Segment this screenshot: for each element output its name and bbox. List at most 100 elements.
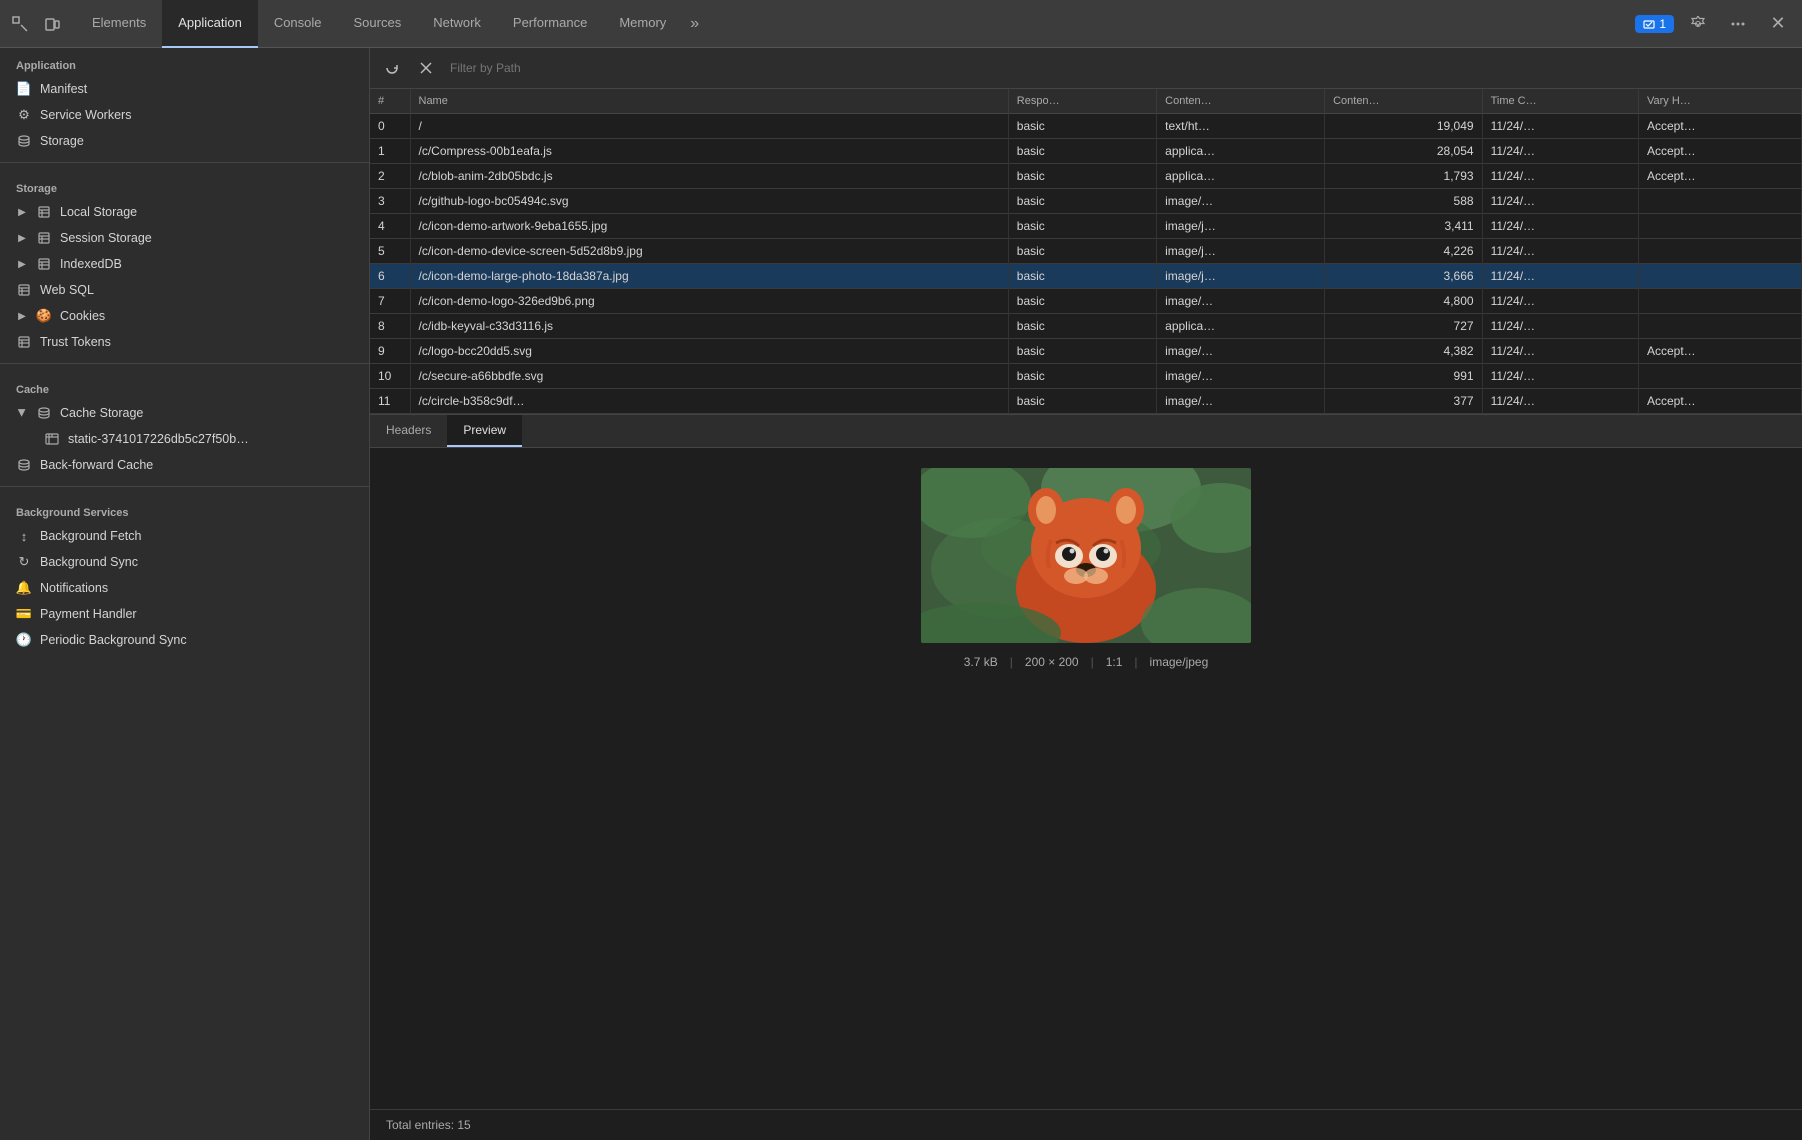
tab-performance[interactable]: Performance (497, 0, 603, 48)
payment-handler-icon: 💳 (16, 606, 32, 622)
table-row[interactable]: 4 /c/icon-demo-artwork-9eba1655.jpg basi… (370, 214, 1802, 239)
cell-content-type: text/ht… (1157, 114, 1325, 139)
table-row[interactable]: 6 /c/icon-demo-large-photo-18da387a.jpg … (370, 264, 1802, 289)
cell-vary-header (1639, 264, 1802, 289)
sidebar-item-cache-storage-sub[interactable]: static-3741017226db5c27f50b… (0, 426, 369, 452)
cell-time-cached: 11/24/… (1482, 289, 1638, 314)
sidebar-item-periodic-background-sync[interactable]: 🕐 Periodic Background Sync (0, 627, 369, 653)
sidebar-item-service-workers[interactable]: ⚙ Service Workers (0, 102, 369, 128)
cell-content-length: 4,226 (1325, 239, 1483, 264)
table-row[interactable]: 0 / basic text/ht… 19,049 11/24/… Accept… (370, 114, 1802, 139)
table-row[interactable]: 2 /c/blob-anim-2db05bdc.js basic applica… (370, 164, 1802, 189)
table-row[interactable]: 11 /c/circle-b358c9df… basic image/… 377… (370, 389, 1802, 414)
inspect-icon[interactable] (8, 12, 32, 36)
preview-content: 3.7 kB | 200 × 200 | 1:1 | image/jpeg (370, 448, 1802, 689)
table-row[interactable]: 5 /c/icon-demo-device-screen-5d52d8b9.jp… (370, 239, 1802, 264)
cell-time-cached: 11/24/… (1482, 264, 1638, 289)
tab-elements[interactable]: Elements (76, 0, 162, 48)
cell-time-cached: 11/24/… (1482, 314, 1638, 339)
table-row[interactable]: 8 /c/idb-keyval-c33d3116.js basic applic… (370, 314, 1802, 339)
sidebar-item-cache-storage[interactable]: ▶ Cache Storage (0, 400, 369, 426)
sidebar-item-payment-handler-label: Payment Handler (40, 607, 137, 621)
sidebar-item-notifications[interactable]: 🔔 Notifications (0, 575, 369, 601)
sidebar-item-trust-tokens[interactable]: Trust Tokens (0, 329, 369, 355)
sidebar-item-back-forward-cache[interactable]: Back-forward Cache (0, 452, 369, 478)
tab-overflow[interactable]: » (682, 15, 707, 33)
table-body: 0 / basic text/ht… 19,049 11/24/… Accept… (370, 114, 1802, 414)
cell-num: 6 (370, 264, 410, 289)
cell-response: basic (1008, 289, 1156, 314)
table-row[interactable]: 10 /c/secure-a66bbdfe.svg basic image/… … (370, 364, 1802, 389)
sidebar-item-payment-handler[interactable]: 💳 Payment Handler (0, 601, 369, 627)
sidebar-item-storage[interactable]: Storage (0, 128, 369, 154)
sidebar-item-cookies[interactable]: ▶ 🍪 Cookies (0, 303, 369, 329)
cell-content-length: 28,054 (1325, 139, 1483, 164)
cell-name: /c/icon-demo-artwork-9eba1655.jpg (410, 214, 1008, 239)
web-sql-icon (16, 282, 32, 298)
cache-storage-icon (36, 405, 52, 421)
cache-section-title: Cache (0, 372, 369, 400)
table-row[interactable]: 7 /c/icon-demo-logo-326ed9b6.png basic i… (370, 289, 1802, 314)
device-toggle-icon[interactable] (40, 12, 64, 36)
tab-network[interactable]: Network (417, 0, 497, 48)
cell-content-type: image/… (1157, 364, 1325, 389)
cell-vary-header (1639, 314, 1802, 339)
sidebar-item-web-sql[interactable]: Web SQL (0, 277, 369, 303)
tab-preview[interactable]: Preview (447, 415, 522, 447)
col-vary-header[interactable]: Vary H… (1639, 89, 1802, 114)
col-response[interactable]: Respo… (1008, 89, 1156, 114)
sidebar-item-background-fetch[interactable]: ↕ Background Fetch (0, 523, 369, 549)
cell-content-type: image/j… (1157, 214, 1325, 239)
file-size: 3.7 kB (964, 655, 998, 669)
cell-time-cached: 11/24/… (1482, 139, 1638, 164)
table-header-row: # Name Respo… Conten… Conten… Time C… Va… (370, 89, 1802, 114)
tab-console[interactable]: Console (258, 0, 338, 48)
cell-vary-header: Accept… (1639, 339, 1802, 364)
table-row[interactable]: 1 /c/Compress-00b1eafa.js basic applica…… (370, 139, 1802, 164)
cell-vary-header: Accept… (1639, 164, 1802, 189)
tab-headers[interactable]: Headers (370, 415, 447, 447)
console-badge[interactable]: 1 (1635, 15, 1674, 33)
col-content-length[interactable]: Conten… (1325, 89, 1483, 114)
sidebar-item-local-storage[interactable]: ▶ Local Storage (0, 199, 369, 225)
table-row[interactable]: 9 /c/logo-bcc20dd5.svg basic image/… 4,3… (370, 339, 1802, 364)
cell-name: /c/icon-demo-logo-326ed9b6.png (410, 289, 1008, 314)
sidebar-item-indexeddb[interactable]: ▶ IndexedDB (0, 251, 369, 277)
table-row[interactable]: 3 /c/github-logo-bc05494c.svg basic imag… (370, 189, 1802, 214)
tab-sources[interactable]: Sources (338, 0, 418, 48)
col-time-cached[interactable]: Time C… (1482, 89, 1638, 114)
cell-num: 9 (370, 339, 410, 364)
sidebar-item-back-forward-cache-label: Back-forward Cache (40, 458, 153, 472)
cell-response: basic (1008, 139, 1156, 164)
cell-response: basic (1008, 114, 1156, 139)
cell-content-type: applica… (1157, 314, 1325, 339)
back-forward-cache-icon (16, 457, 32, 473)
tab-memory[interactable]: Memory (603, 0, 682, 48)
cell-name: /c/Compress-00b1eafa.js (410, 139, 1008, 164)
settings-btn[interactable] (1682, 8, 1714, 40)
tab-application[interactable]: Application (162, 0, 258, 48)
cell-time-cached: 11/24/… (1482, 114, 1638, 139)
filter-input[interactable] (446, 59, 1794, 77)
sidebar-item-background-sync[interactable]: ↻ Background Sync (0, 549, 369, 575)
indexeddb-arrow: ▶ (16, 258, 28, 270)
clear-btn[interactable] (412, 54, 440, 82)
cell-content-length: 4,382 (1325, 339, 1483, 364)
col-content-type[interactable]: Conten… (1157, 89, 1325, 114)
sidebar-item-session-storage[interactable]: ▶ Session Storage (0, 225, 369, 251)
cell-num: 3 (370, 189, 410, 214)
refresh-btn[interactable] (378, 54, 406, 82)
sidebar-item-manifest[interactable]: 📄 Manifest (0, 76, 369, 102)
cell-response: basic (1008, 364, 1156, 389)
sidebar: Application 📄 Manifest ⚙ Service Workers… (0, 48, 370, 1140)
trust-tokens-icon (16, 334, 32, 350)
main-layout: Application 📄 Manifest ⚙ Service Workers… (0, 48, 1802, 1140)
more-btn[interactable] (1722, 8, 1754, 40)
col-name[interactable]: Name (410, 89, 1008, 114)
background-section-title: Background Services (0, 495, 369, 523)
sidebar-item-storage-label: Storage (40, 134, 84, 148)
image-dimensions: 200 × 200 (1025, 655, 1079, 669)
periodic-background-sync-icon: 🕐 (16, 632, 32, 648)
close-btn[interactable]: ✕ (1762, 8, 1794, 40)
cell-time-cached: 11/24/… (1482, 364, 1638, 389)
